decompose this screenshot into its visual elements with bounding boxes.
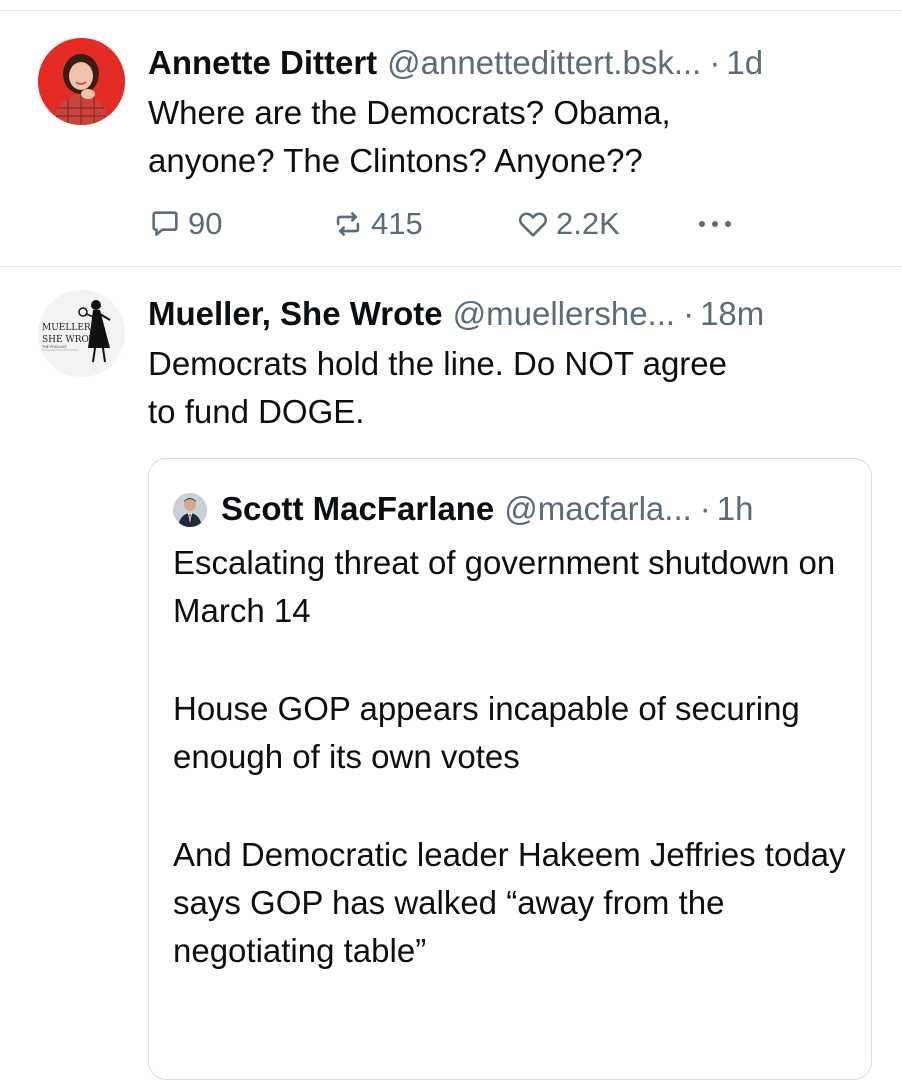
- separator-dot: ·: [699, 490, 711, 527]
- separator-dot: ·: [683, 295, 695, 332]
- reply-button[interactable]: 90: [148, 204, 222, 244]
- post-text: Where are the Democrats? Obama, anyone? …: [148, 94, 671, 179]
- repost-count: 415: [371, 206, 423, 241]
- repost-button[interactable]: 415: [331, 204, 423, 244]
- separator-dot: ·: [709, 44, 721, 81]
- quoted-avatar[interactable]: [173, 493, 207, 527]
- quoted-post-text: Escalating threat of government shutdown…: [173, 539, 847, 1025]
- quoted-display-name[interactable]: Scott MacFarlane: [221, 489, 494, 529]
- post-text: Democrats hold the line. Do NOT agree to…: [148, 345, 727, 430]
- timestamp[interactable]: 18m: [700, 294, 764, 334]
- reply-count: 90: [188, 206, 223, 241]
- quoted-handle[interactable]: @macfarla...: [504, 489, 692, 529]
- svg-text:MUELLER,: MUELLER,: [42, 323, 94, 333]
- more-options-button[interactable]: [695, 204, 741, 244]
- post-header: Mueller, She Wrote @muellershe... · 18m: [148, 294, 872, 334]
- handle[interactable]: @muellershe...: [453, 294, 675, 334]
- post-actions: 90 415 2.2K: [148, 204, 748, 244]
- post-mueller-she-wrote[interactable]: MUELLER, SHE WROTE THE PODCAST Mueller, …: [0, 267, 902, 1080]
- like-button[interactable]: 2.2K: [516, 204, 620, 244]
- mueller-she-wrote-logo: MUELLER, SHE WROTE THE PODCAST: [38, 290, 125, 377]
- quoted-paragraph: Escalating threat of government shutdown…: [173, 544, 836, 629]
- quoted-paragraph: And Democratic leader Hakeem Jeffries to…: [173, 836, 846, 969]
- quoted-timestamp[interactable]: 1h: [717, 489, 754, 529]
- display-name[interactable]: Mueller, She Wrote: [148, 294, 443, 334]
- post-header: Annette Dittert @annettedittert.bsk... ·…: [148, 43, 872, 83]
- more-dots-icon: [699, 221, 731, 227]
- timestamp[interactable]: 1d: [726, 43, 763, 83]
- svg-text:THE PODCAST: THE PODCAST: [41, 345, 68, 349]
- heart-icon: [518, 212, 548, 237]
- quoted-paragraph: House GOP appears incapable of securing …: [173, 690, 800, 775]
- display-name[interactable]: Annette Dittert: [148, 43, 377, 83]
- avatar[interactable]: MUELLER, SHE WROTE THE PODCAST: [38, 290, 125, 377]
- like-count: 2.2K: [556, 206, 620, 241]
- handle[interactable]: @annettedittert.bsk...: [387, 43, 701, 83]
- post-annette-dittert[interactable]: Annette Dittert @annettedittert.bsk... ·…: [0, 10, 902, 266]
- repost-icon: [336, 212, 360, 236]
- quoted-post-card[interactable]: Scott MacFarlane @macfarla... · 1h Escal…: [148, 458, 872, 1080]
- reply-icon: [152, 211, 178, 236]
- avatar-portrait-image: [38, 38, 125, 125]
- quoted-post-header: Scott MacFarlane @macfarla... · 1h: [221, 489, 847, 529]
- quoted-avatar-portrait-image: [173, 493, 207, 527]
- avatar[interactable]: [38, 38, 125, 125]
